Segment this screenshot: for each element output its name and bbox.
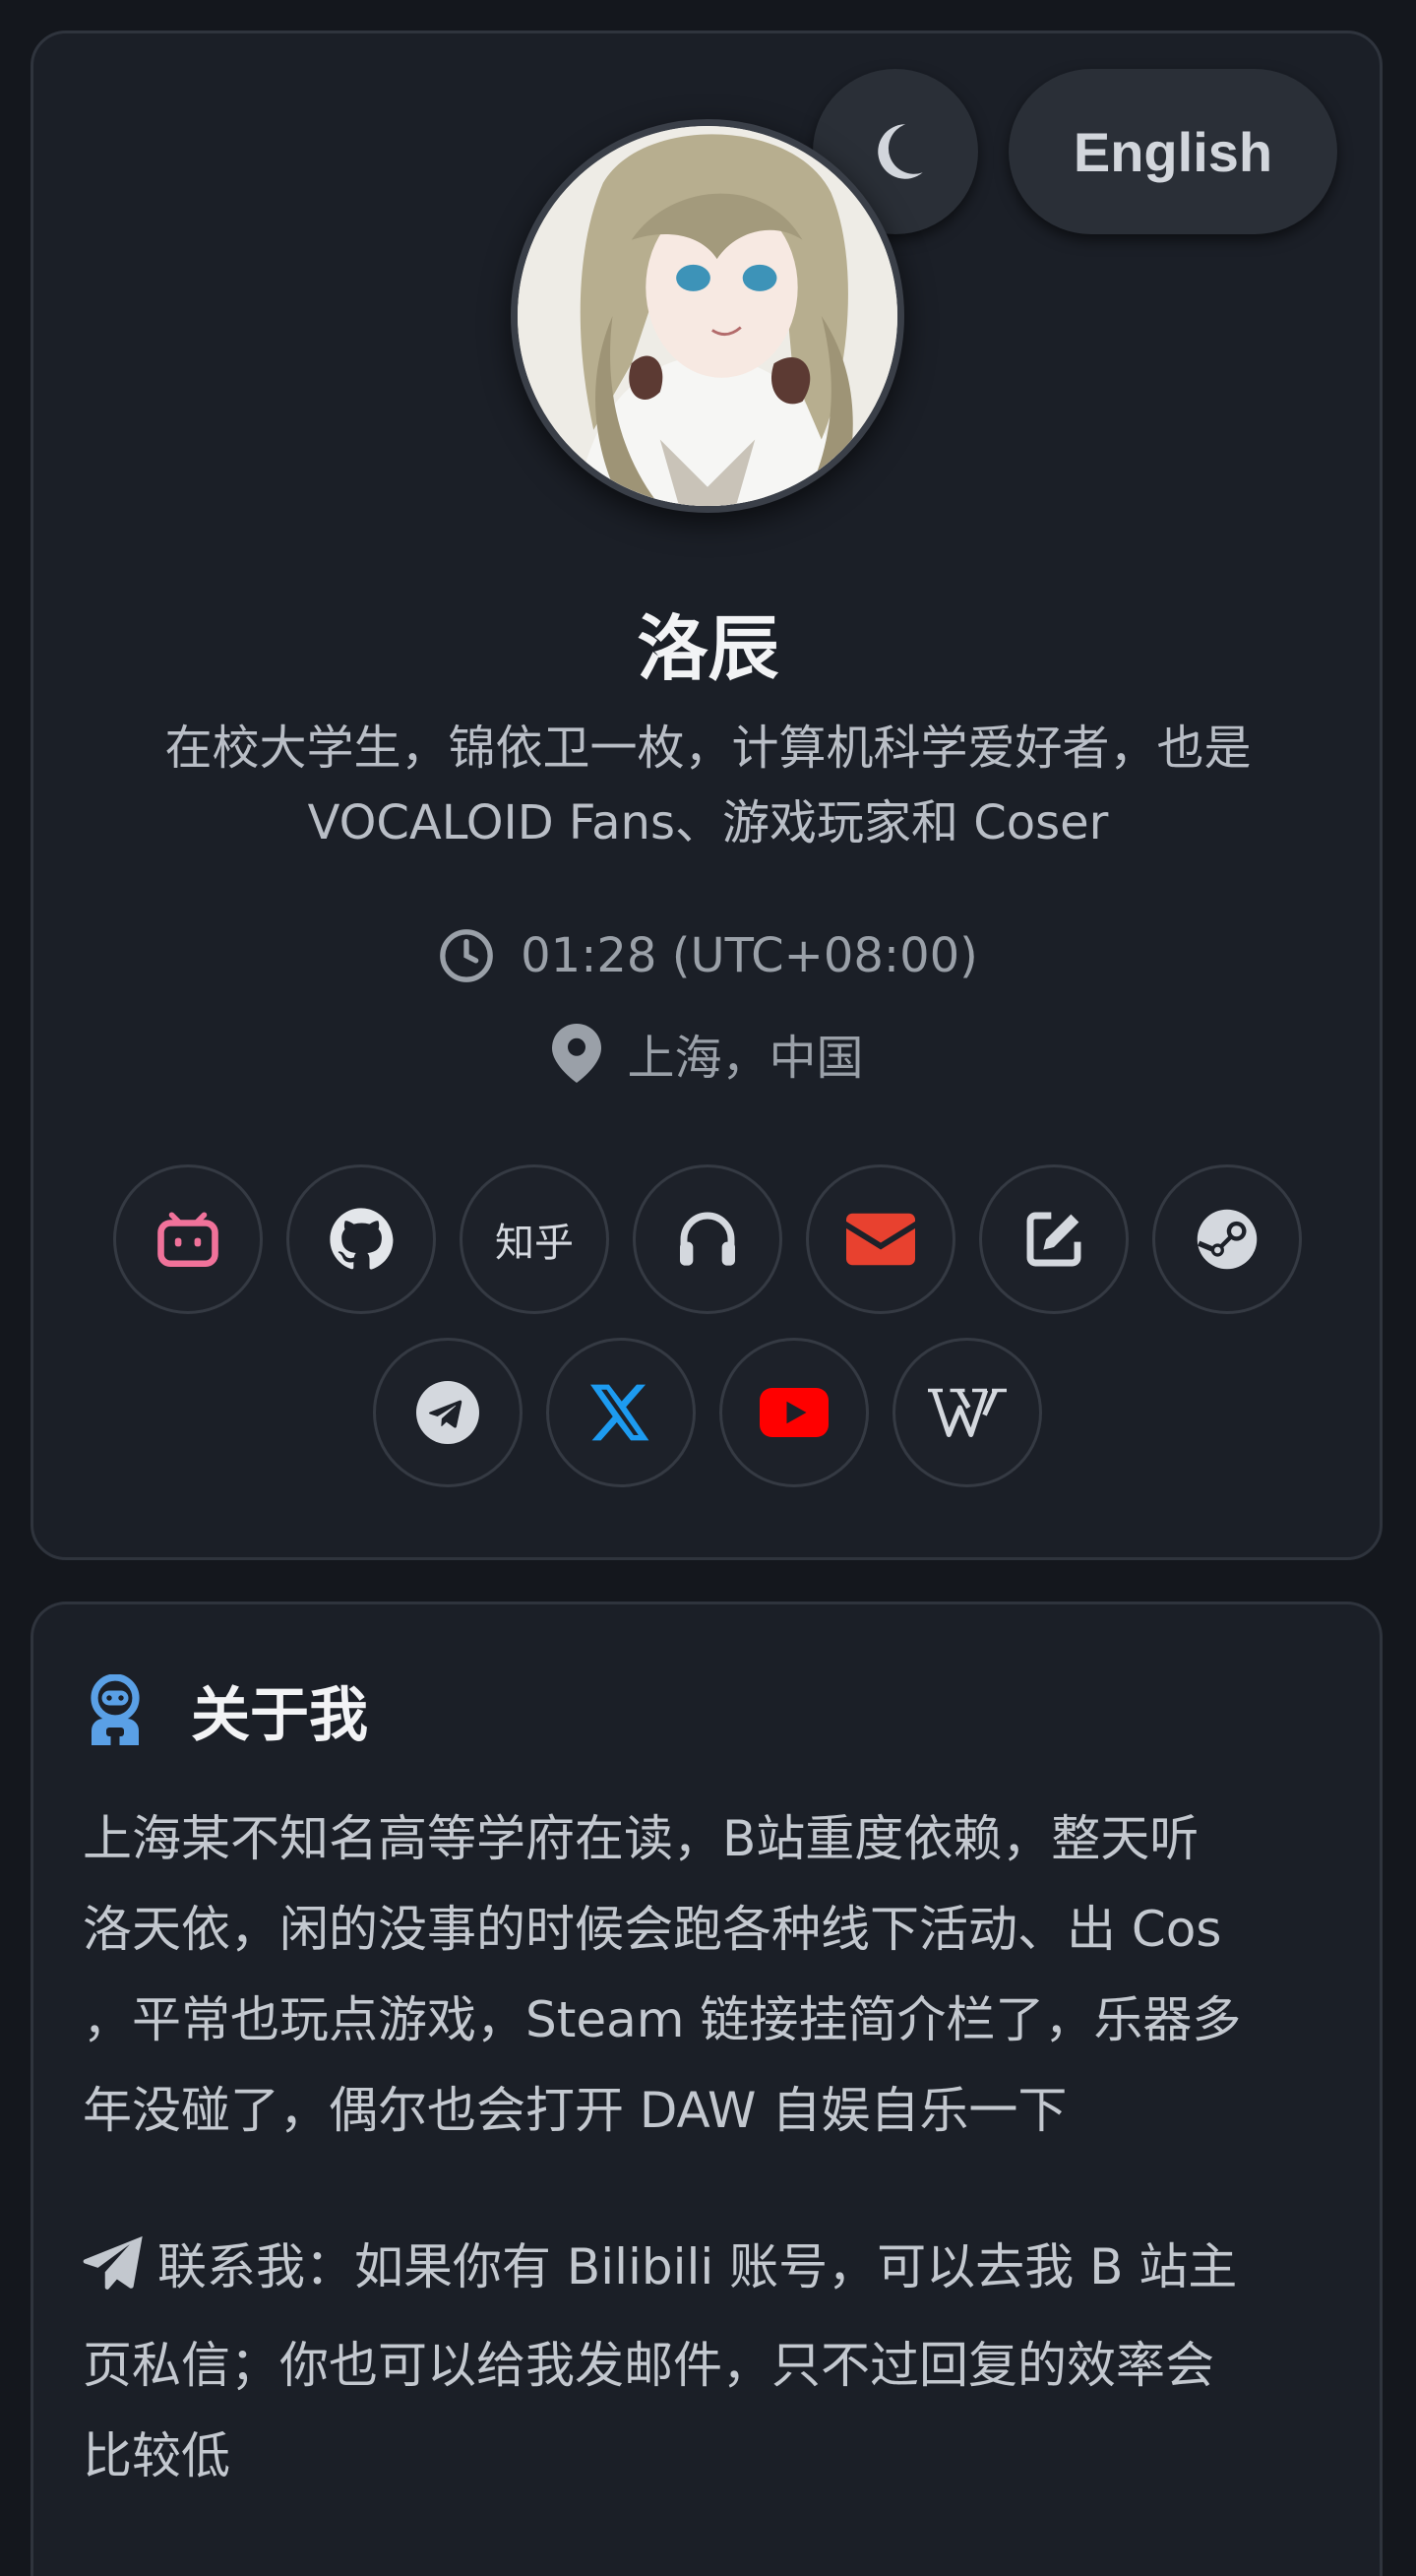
github-link[interactable] [286, 1164, 436, 1314]
blog-link[interactable] [979, 1164, 1129, 1314]
contact-line: 联系我：如果你有 Bilibili 账号，可以去我 B 站主 [83, 2222, 1323, 2320]
profile-bio: 在校大学生，锦依卫一枚，计算机科学爱好者，也是 VOCALOID Fans、游戏… [108, 711, 1308, 860]
x-icon [590, 1384, 649, 1441]
about-line: 年没碰了，偶尔也会打开 DAW 自娱自乐一下 [83, 2082, 1068, 2139]
contact-paragraph: 联系我：如果你有 Bilibili 账号，可以去我 B 站主 页私信；你也可以给… [83, 2222, 1323, 2501]
about-line: 洛天依，闲的没事的时候会跑各种线下活动、出 Cos [83, 1901, 1222, 1958]
clock-icon [438, 927, 495, 984]
bilibili-icon [157, 1212, 218, 1268]
location: 上海，中国 [0, 1023, 1416, 1086]
about-title: 关于我 [191, 1680, 368, 1750]
zhihu-link[interactable]: 知乎 [460, 1164, 609, 1314]
avatar [511, 119, 904, 513]
location-text: 上海，中国 [627, 1031, 864, 1086]
local-time: 01:28 (UTC+08:00) [0, 925, 1416, 986]
moon-icon [878, 124, 923, 179]
about-line: 上海某不知名高等学府在读，B站重度依赖，整天听 [83, 1810, 1200, 1867]
telegram-icon [416, 1381, 479, 1444]
contact-line: 比较低 [83, 2427, 230, 2484]
telegram-link[interactable] [373, 1338, 523, 1487]
language-button[interactable]: English [1009, 69, 1337, 234]
about-line: ，平常也玩点游戏，Steam 链接挂简介栏了，乐器多 [83, 1991, 1242, 2048]
paper-plane-icon [83, 2230, 144, 2320]
youtube-link[interactable] [719, 1338, 869, 1487]
wikipedia-icon [928, 1388, 1007, 1437]
contact-line: 页私信；你也可以给我发邮件，只不过回复的效率会 [83, 2337, 1214, 2394]
map-pin-icon [552, 1024, 602, 1083]
email-link[interactable] [806, 1164, 955, 1314]
contact-text: 联系我：如果你有 Bilibili 账号，可以去我 B 站主 [157, 2238, 1238, 2295]
youtube-icon [760, 1388, 829, 1437]
profile-name: 洛辰 [637, 607, 779, 690]
edit-icon [1026, 1212, 1081, 1267]
x-link[interactable] [546, 1338, 696, 1487]
headphones-icon [680, 1212, 735, 1266]
bio-line: VOCALOID Fans、游戏玩家和 Coser [307, 795, 1109, 850]
steam-icon [1197, 1209, 1258, 1270]
bilibili-link[interactable] [113, 1164, 263, 1314]
steam-link[interactable] [1152, 1164, 1302, 1314]
music-link[interactable] [633, 1164, 782, 1314]
wikipedia-link[interactable] [893, 1338, 1042, 1487]
github-icon [330, 1208, 394, 1270]
zhihu-icon: 知乎 [495, 1221, 574, 1266]
bio-line: 在校大学生，锦依卫一枚，计算机科学爱好者，也是 [164, 721, 1252, 776]
about-paragraph: 上海某不知名高等学府在读，B站重度依赖，整天听 洛天依，闲的没事的时候会跑各种线… [83, 1793, 1323, 2156]
email-icon [846, 1213, 915, 1266]
time-text: 01:28 (UTC+08:00) [521, 928, 978, 983]
astronaut-icon [91, 1674, 140, 1745]
about-header: 关于我 [83, 1670, 368, 1750]
